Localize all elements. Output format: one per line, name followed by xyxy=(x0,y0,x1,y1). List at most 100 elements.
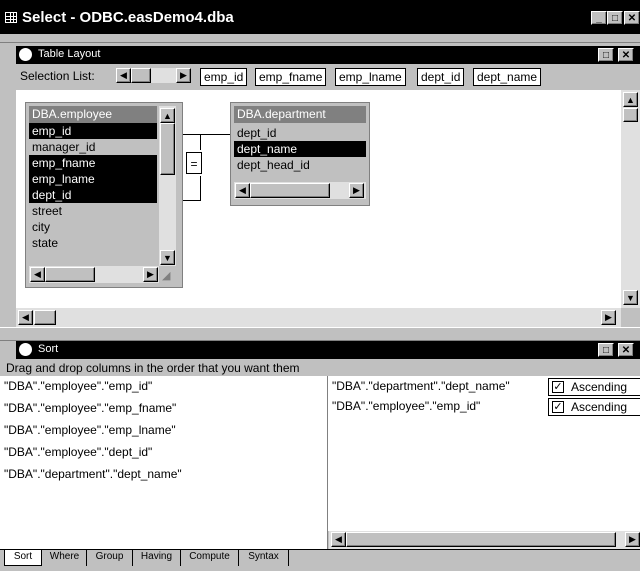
employee-scroll-up-arrow[interactable]: ▲ xyxy=(160,108,175,123)
tab-label: Compute xyxy=(189,551,230,562)
employee-table-header[interactable]: DBA.employee xyxy=(29,106,157,123)
pane-splitter[interactable] xyxy=(0,327,640,341)
sort-column-name: "DBA"."department"."dept_name" xyxy=(332,379,510,393)
column-item[interactable]: emp_id xyxy=(29,123,157,139)
sort-scroll-left-arrow[interactable]: ◀ xyxy=(331,532,346,547)
sort-selected-item[interactable]: "DBA"."employee"."emp_id" ✓ Ascending xyxy=(328,398,640,416)
sort-column-name: "DBA"."employee"."emp_id" xyxy=(332,399,481,413)
sort-available-item[interactable]: "DBA"."employee"."dept_id" xyxy=(4,445,152,459)
column-item[interactable]: state xyxy=(29,235,157,251)
painter-icon xyxy=(19,343,32,356)
tab-sort[interactable]: Sort xyxy=(4,550,42,566)
selection-scroll-thumb[interactable] xyxy=(131,68,151,83)
window-titlebar: Select - ODBC.easDemo4.dba _ □ ✕ xyxy=(0,0,640,34)
checkbox-checked-icon[interactable]: ✓ xyxy=(552,401,564,413)
ascending-toggle[interactable]: ✓ Ascending xyxy=(548,378,640,396)
table-layout-title: Table Layout xyxy=(38,48,101,60)
sort-available-item[interactable]: "DBA"."employee"."emp_fname" xyxy=(4,401,176,415)
checkbox-checked-icon[interactable]: ✓ xyxy=(552,381,564,393)
column-item[interactable]: dept_id xyxy=(29,187,157,203)
tab-label: Group xyxy=(95,551,124,562)
department-column-list[interactable]: dept_id dept_name dept_head_id xyxy=(234,125,366,173)
employee-vscroll-thumb[interactable] xyxy=(160,123,175,175)
column-item[interactable]: street xyxy=(29,203,157,219)
sort-hscrollbar[interactable]: ◀ ▶ xyxy=(329,531,640,549)
selection-chip[interactable]: emp_id xyxy=(200,68,248,86)
employee-table[interactable]: DBA.employee emp_id manager_id emp_fname… xyxy=(25,102,183,288)
maximize-button[interactable]: □ xyxy=(607,11,623,25)
department-table-header[interactable]: DBA.department xyxy=(234,106,366,123)
employee-scroll-right-arrow[interactable]: ▶ xyxy=(143,267,158,282)
window-title: Select - ODBC.easDemo4.dba xyxy=(22,9,234,26)
canvas-scroll-up-arrow[interactable]: ▲ xyxy=(623,92,638,107)
employee-hscrollbar[interactable]: ◀ ▶ xyxy=(29,266,159,283)
employee-vscrollbar[interactable]: ▲ ▼ xyxy=(159,106,176,266)
ascending-toggle[interactable]: ✓ Ascending xyxy=(548,398,640,416)
sort-selected-list[interactable]: "DBA"."department"."dept_name" ✓ Ascendi… xyxy=(328,376,640,531)
canvas-vscroll-thumb[interactable] xyxy=(623,108,638,122)
employee-hscroll-thumb[interactable] xyxy=(45,267,95,282)
department-table[interactable]: DBA.department dept_id dept_name dept_he… xyxy=(230,102,370,206)
selection-scroll-right-arrow[interactable]: ▶ xyxy=(176,68,191,83)
sort-available-item[interactable]: "DBA"."employee"."emp_id" xyxy=(4,379,152,393)
canvas-hscrollbar[interactable]: ◀ ▶ xyxy=(16,308,621,327)
selection-chip[interactable]: dept_name xyxy=(473,68,542,86)
tab-syntax[interactable]: Syntax xyxy=(239,550,289,566)
column-item[interactable]: emp_lname xyxy=(29,171,157,187)
grid-icon xyxy=(5,12,17,23)
tab-label: Having xyxy=(140,551,173,562)
table-layout-titlebar: Table Layout □ ✕ xyxy=(16,46,640,64)
canvas-scroll-right-arrow[interactable]: ▶ xyxy=(601,310,616,325)
selection-list-label: Selection List: xyxy=(20,69,95,83)
join-line xyxy=(183,134,235,135)
tab-having[interactable]: Having xyxy=(133,550,181,566)
department-hscroll-thumb[interactable] xyxy=(250,183,330,198)
column-item[interactable]: dept_id xyxy=(234,125,366,141)
employee-column-list[interactable]: emp_id manager_id emp_fname emp_lname de… xyxy=(29,123,157,251)
column-item[interactable]: dept_head_id xyxy=(234,157,366,173)
canvas-scroll-left-arrow[interactable]: ◀ xyxy=(18,310,33,325)
sort-close-button[interactable]: ✕ xyxy=(618,343,634,357)
department-hscrollbar[interactable]: ◀ ▶ xyxy=(234,182,366,199)
join-line xyxy=(183,200,201,201)
canvas-hscroll-thumb[interactable] xyxy=(34,310,56,325)
selection-chip[interactable]: dept_id xyxy=(417,68,465,86)
employee-scroll-left-arrow[interactable]: ◀ xyxy=(30,267,45,282)
selection-chip[interactable]: emp_lname xyxy=(335,68,406,86)
join-line xyxy=(200,176,201,201)
column-item[interactable]: city xyxy=(29,219,157,235)
sort-selected-item[interactable]: "DBA"."department"."dept_name" ✓ Ascendi… xyxy=(328,378,640,396)
tab-where[interactable]: Where xyxy=(43,550,87,566)
sort-order-label: Ascending xyxy=(571,380,628,394)
tab-label: Sort xyxy=(13,551,33,562)
sort-available-item[interactable]: "DBA"."employee"."emp_lname" xyxy=(4,423,176,437)
sort-title: Sort xyxy=(38,343,59,355)
resize-grip-icon[interactable]: ◢ xyxy=(162,269,170,282)
selection-scroll-track[interactable] xyxy=(131,68,176,83)
employee-scroll-down-arrow[interactable]: ▼ xyxy=(160,250,175,265)
sort-maximize-button[interactable]: □ xyxy=(598,343,614,357)
sort-available-list[interactable]: "DBA"."employee"."emp_id" "DBA"."employe… xyxy=(0,376,328,549)
sort-hscroll-thumb[interactable] xyxy=(346,532,616,547)
canvas-scroll-down-arrow[interactable]: ▼ xyxy=(623,290,638,305)
table-layout-close-button[interactable]: ✕ xyxy=(618,48,634,62)
menu-strip xyxy=(0,34,640,43)
column-item[interactable]: dept_name xyxy=(234,141,366,157)
selection-chip[interactable]: emp_fname xyxy=(255,68,327,86)
table-layout-maximize-button[interactable]: □ xyxy=(598,48,614,62)
column-item[interactable]: manager_id xyxy=(29,139,157,155)
sort-scroll-right-arrow[interactable]: ▶ xyxy=(625,532,640,547)
tab-group[interactable]: Group xyxy=(87,550,133,566)
sort-titlebar: Sort □ ✕ xyxy=(16,341,640,359)
sort-available-item[interactable]: "DBA"."department"."dept_name" xyxy=(4,467,182,481)
join-condition-button[interactable]: = xyxy=(186,152,202,174)
department-scroll-left-arrow[interactable]: ◀ xyxy=(235,183,250,198)
selection-scroll-left-arrow[interactable]: ◀ xyxy=(116,68,131,83)
tab-label: Where xyxy=(49,551,80,562)
tab-compute[interactable]: Compute xyxy=(181,550,239,566)
minimize-button[interactable]: _ xyxy=(591,11,607,25)
canvas-vscrollbar[interactable]: ▲ ▼ xyxy=(621,90,640,308)
column-item[interactable]: emp_fname xyxy=(29,155,157,171)
close-button[interactable]: ✕ xyxy=(624,11,640,25)
department-scroll-right-arrow[interactable]: ▶ xyxy=(349,183,364,198)
